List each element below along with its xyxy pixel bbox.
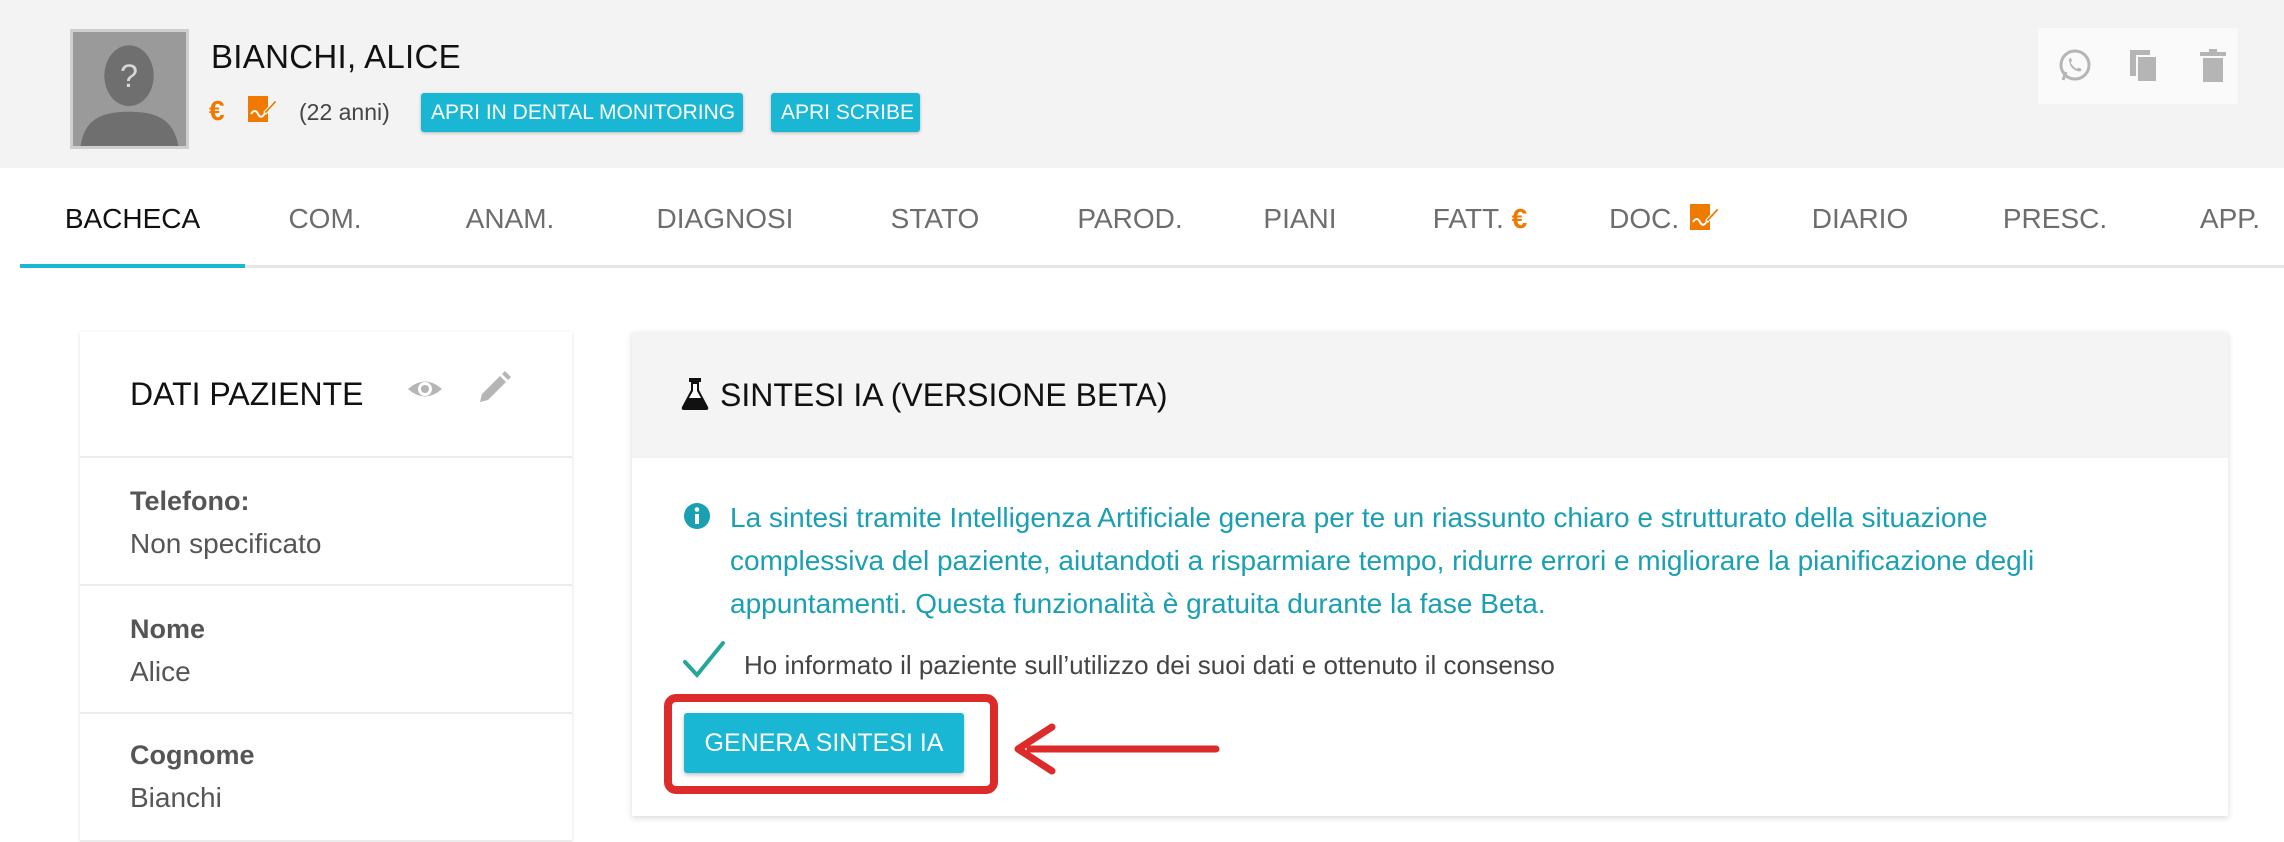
patient-data-card: DATI PAZIENTE Telefono: Non specificato …	[80, 332, 572, 842]
patient-tabs: BACHECA COM. ANAM. DIAGNOSI STATO PAROD.…	[20, 168, 2284, 268]
open-scribe-button[interactable]: APRI SCRIBE	[771, 93, 920, 132]
eye-icon[interactable]	[406, 372, 444, 406]
field-first-name-value: Alice	[130, 656, 191, 687]
tab-stato[interactable]: STATO	[860, 168, 1010, 268]
active-tab-indicator	[20, 264, 245, 268]
field-phone: Telefono: Non specificato	[80, 456, 572, 584]
trash-icon[interactable]	[2193, 46, 2233, 86]
tab-piani[interactable]: PIANI	[1240, 168, 1360, 268]
tab-doc[interactable]: DOC.	[1590, 168, 1740, 268]
whatsapp-icon[interactable]	[2055, 46, 2095, 86]
tab-fatt[interactable]: FATT. €	[1405, 168, 1555, 268]
patient-age: (22 anni)	[299, 99, 390, 125]
consent-check-icon[interactable]	[682, 640, 726, 680]
avatar-placeholder-icon: ?	[73, 32, 186, 146]
ai-info-line-2: complessiva del paziente, aiutandoti a r…	[730, 545, 2035, 576]
patient-name: BIANCHI, ALICE	[211, 38, 461, 75]
tab-app[interactable]: APP.	[2175, 168, 2284, 268]
tab-diagnosi[interactable]: DIAGNOSI	[630, 168, 820, 268]
ai-summary-title: SINTESI IA (VERSIONE BETA)	[720, 377, 1168, 413]
ai-summary-header: SINTESI IA (VERSIONE BETA)	[632, 332, 2228, 458]
field-last-name: Cognome Bianchi	[80, 712, 572, 842]
ai-info-line-1: La sintesi tramite Intelligenza Artifici…	[730, 502, 1988, 533]
ai-info-text: La sintesi tramite Intelligenza Artifici…	[730, 496, 2190, 625]
tab-com[interactable]: COM.	[265, 168, 385, 268]
info-icon	[684, 503, 710, 529]
tab-anam[interactable]: ANAM.	[440, 168, 580, 268]
tab-bacheca[interactable]: BACHECA	[20, 168, 245, 268]
header-actions	[2038, 28, 2238, 104]
annotation-arrow-icon	[1014, 723, 1220, 775]
tab-fatt-label: FATT.	[1432, 203, 1504, 234]
avatar: ?	[70, 29, 189, 149]
patient-data-title: DATI PAZIENTE	[130, 376, 364, 412]
tab-presc[interactable]: PRESC.	[1980, 168, 2130, 268]
avatar-question-mark: ?	[120, 58, 138, 94]
tab-doc-label: DOC.	[1609, 203, 1680, 234]
signature-document-icon	[1689, 204, 1720, 230]
pencil-icon[interactable]	[476, 370, 512, 406]
patient-header: ? BIANCHI, ALICE € (22 anni) APRI IN DEN…	[0, 0, 2284, 168]
ai-info-line-3: appuntamenti. Questa funzionalità è grat…	[730, 588, 1546, 619]
field-last-name-value: Bianchi	[130, 782, 222, 813]
signature-document-icon[interactable]	[246, 94, 278, 124]
tab-parod[interactable]: PAROD.	[1050, 168, 1210, 268]
euro-icon[interactable]: €	[209, 95, 225, 127]
annotation-highlight-box	[664, 694, 998, 794]
field-phone-label: Telefono:	[130, 486, 250, 516]
field-first-name: Nome Alice	[80, 584, 572, 712]
flask-icon	[681, 378, 709, 410]
euro-icon: €	[1511, 203, 1528, 234]
open-dental-monitoring-button[interactable]: APRI IN DENTAL MONITORING	[421, 93, 743, 132]
field-last-name-label: Cognome	[130, 740, 255, 770]
tab-diario[interactable]: DIARIO	[1790, 168, 1930, 268]
consent-label[interactable]: Ho informato il paziente sull’utilizzo d…	[744, 650, 1555, 681]
copy-icon[interactable]	[2124, 46, 2164, 86]
field-phone-value: Non specificato	[130, 528, 322, 559]
field-first-name-label: Nome	[130, 614, 206, 644]
